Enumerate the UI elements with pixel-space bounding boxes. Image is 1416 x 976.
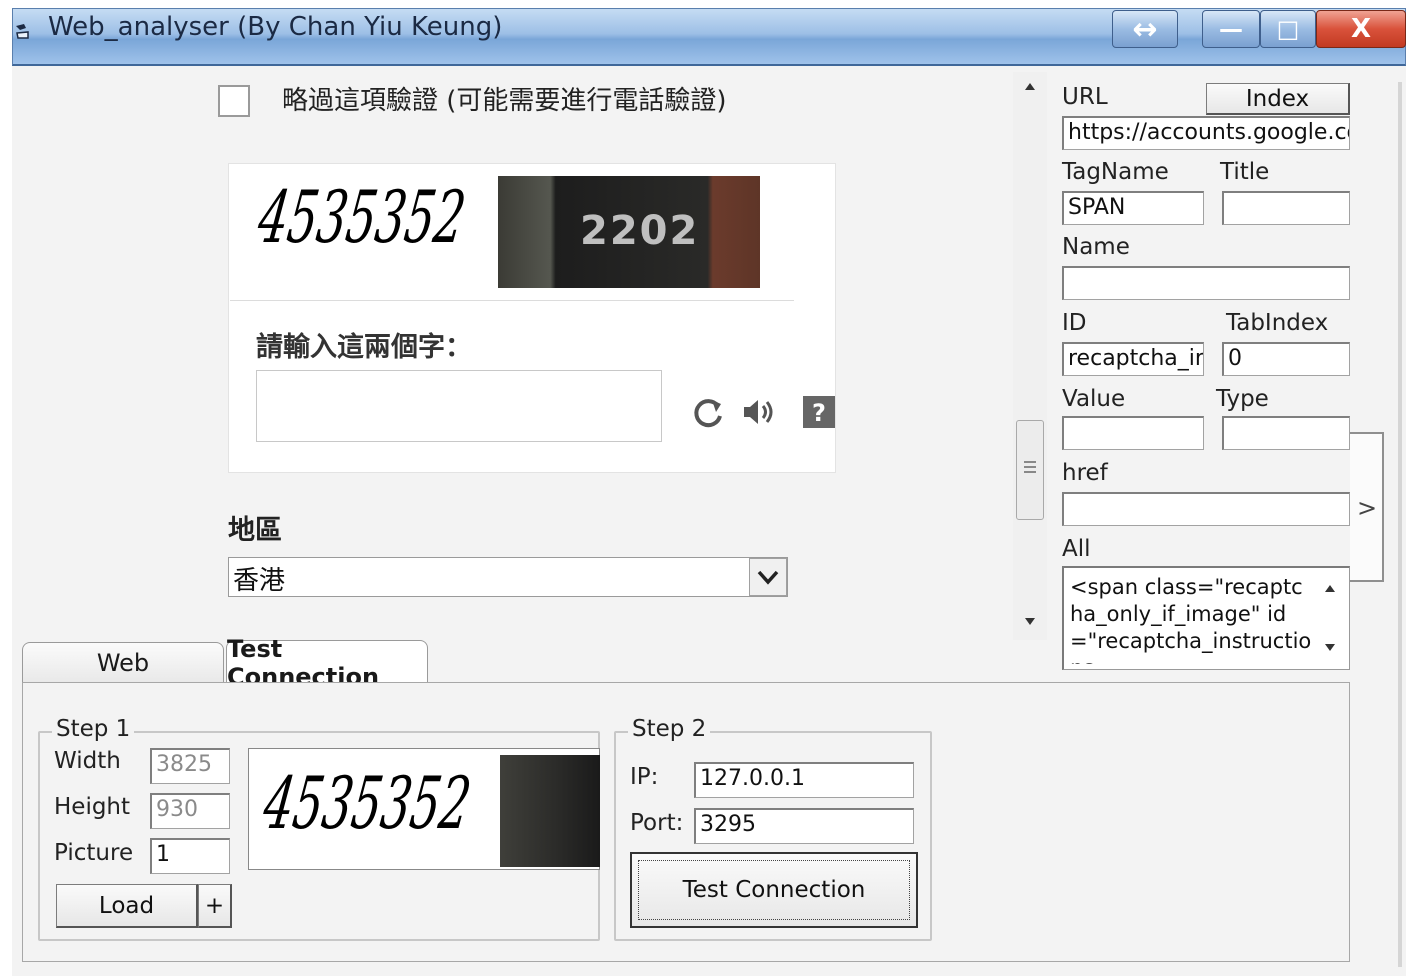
captcha-divider	[230, 300, 794, 301]
type-field[interactable]	[1222, 416, 1350, 450]
skip-verification-checkbox[interactable]	[218, 85, 250, 117]
app-icon	[16, 24, 29, 39]
href-label: href	[1062, 460, 1108, 486]
url-label: URL	[1062, 84, 1108, 110]
tabindex-label: TabIndex	[1226, 310, 1329, 336]
minimize-button[interactable]: —	[1202, 10, 1260, 48]
window-title: Web_analyser (By Chan Yiu Keung)	[48, 12, 503, 42]
help-icon[interactable]: ?	[803, 396, 835, 428]
value-label: Value	[1062, 386, 1126, 412]
href-field[interactable]	[1062, 492, 1350, 526]
scroll-up-icon[interactable]	[1022, 80, 1038, 92]
port-field[interactable]: 3295	[694, 808, 914, 844]
port-label: Port:	[630, 810, 684, 836]
test-connection-button[interactable]: Test Connection	[630, 852, 918, 928]
maximize-icon: □	[1276, 15, 1300, 43]
audio-icon[interactable]	[740, 394, 778, 430]
region-label: 地區	[228, 515, 282, 546]
tabindex-field[interactable]: 0	[1222, 342, 1350, 376]
ip-label: IP:	[630, 764, 659, 790]
skip-verification-label: 略過這項驗證 (可能需要進行電話驗證)	[282, 86, 727, 116]
right-border	[1398, 82, 1402, 967]
scroll-thumb[interactable]	[1016, 420, 1044, 520]
width-label: Width	[54, 748, 121, 774]
index-button[interactable]: Index	[1206, 83, 1350, 115]
type-label: Type	[1216, 386, 1269, 412]
captcha-prompt-label: 請輸入這兩個字：	[256, 332, 472, 363]
region-value: 香港	[233, 566, 286, 596]
svg-text:?: ?	[812, 399, 826, 427]
resize-icon: ↔	[1132, 11, 1158, 47]
ip-field[interactable]: 127.0.0.1	[694, 762, 914, 798]
preview-house-image	[500, 755, 600, 867]
inspector-scrollbar[interactable]	[1013, 72, 1047, 640]
id-field[interactable]: recaptcha_instructions	[1062, 342, 1204, 376]
tagname-field[interactable]: SPAN	[1062, 191, 1204, 225]
tab-web[interactable]: Web	[22, 642, 224, 682]
load-button[interactable]: Load	[56, 884, 198, 928]
all-label: All	[1062, 536, 1091, 562]
preview-captcha-image: 4535352	[258, 762, 475, 846]
resize-button[interactable]: ↔	[1112, 10, 1178, 48]
captcha-input[interactable]	[256, 370, 662, 442]
picture-label: Picture	[54, 840, 134, 866]
test-connection-label: Test Connection	[638, 860, 910, 920]
value-field[interactable]	[1062, 416, 1204, 450]
height-label: Height	[54, 794, 131, 820]
step1-title: Step 1	[52, 716, 135, 742]
textarea-scroll-down-icon[interactable]	[1322, 642, 1338, 654]
title-field[interactable]	[1222, 191, 1350, 225]
picture-field[interactable]: 1	[150, 838, 230, 874]
house-number-text: 2202	[580, 208, 700, 254]
close-button[interactable]: X	[1316, 10, 1406, 48]
chevron-right-icon[interactable]: >	[1357, 494, 1377, 522]
width-field[interactable]: 3825	[150, 748, 230, 784]
all-textarea-content: <span class="recaptcha_only_if_image" id…	[1070, 575, 1312, 664]
captcha-text-image: 4535352	[253, 176, 470, 260]
step2-title: Step 2	[628, 716, 711, 742]
title-label: Title	[1220, 159, 1270, 185]
close-icon: X	[1350, 14, 1372, 44]
scroll-down-icon[interactable]	[1022, 616, 1038, 628]
textarea-scroll-up-icon[interactable]	[1322, 582, 1338, 594]
region-select[interactable]	[228, 557, 788, 597]
add-button[interactable]: +	[198, 884, 232, 928]
chevron-down-icon	[757, 570, 779, 585]
maximize-button[interactable]: □	[1260, 10, 1316, 48]
name-label: Name	[1062, 234, 1130, 260]
preview-captcha-text: 4535352	[258, 762, 475, 846]
url-field[interactable]: https://accounts.google.com	[1062, 116, 1350, 150]
tab-test-connection[interactable]: Test Connection	[226, 635, 428, 691]
minimize-icon: —	[1219, 15, 1243, 43]
captcha-text: 4535352	[253, 176, 470, 260]
id-label: ID	[1062, 310, 1087, 336]
name-field[interactable]	[1062, 266, 1350, 300]
tagname-label: TagName	[1062, 159, 1169, 185]
grip-icon	[1024, 461, 1036, 473]
refresh-icon[interactable]	[690, 394, 726, 430]
region-dropdown-button[interactable]	[749, 558, 787, 596]
height-field[interactable]: 930	[150, 793, 230, 829]
